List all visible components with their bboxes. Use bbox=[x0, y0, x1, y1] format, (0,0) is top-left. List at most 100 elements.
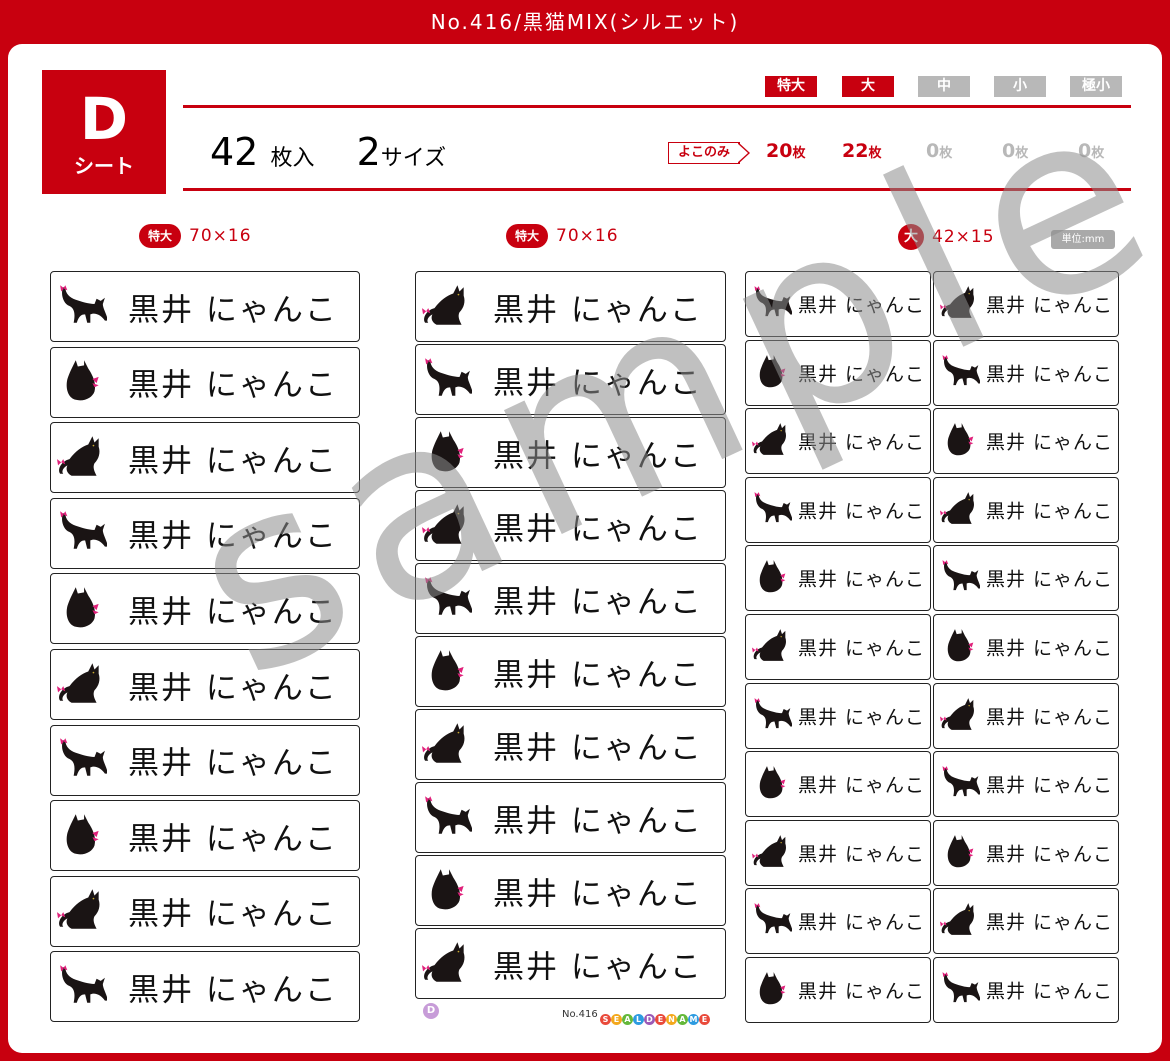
cat-sit-side-icon bbox=[940, 903, 974, 936]
label-text: 黒井 にゃんこ bbox=[986, 980, 1114, 1003]
size-badge: 特大 bbox=[765, 76, 817, 97]
label-text: 黒井 にゃんこ bbox=[493, 365, 703, 401]
cat-icon-wrap bbox=[752, 694, 793, 738]
count-unit: 枚 bbox=[792, 146, 806, 161]
cat-icon-wrap bbox=[752, 282, 793, 326]
label-text: 黒井 にゃんこ bbox=[798, 843, 926, 866]
label-text: 黒井 にゃんこ bbox=[128, 972, 338, 1009]
cat-sit-back-icon bbox=[66, 813, 99, 855]
name-label: 黒井 にゃんこ bbox=[933, 888, 1119, 955]
cat-crouch-icon bbox=[942, 766, 981, 797]
cat-icon-wrap bbox=[57, 506, 109, 560]
sheet-type-badge: D シート bbox=[42, 70, 166, 194]
label-text: 黒井 にゃんこ bbox=[986, 568, 1114, 591]
cat-icon-wrap bbox=[422, 937, 472, 991]
name-label: 黒井 にゃんこ bbox=[415, 417, 726, 488]
name-label: 黒井 にゃんこ bbox=[933, 751, 1119, 818]
name-label: 黒井 にゃんこ bbox=[50, 951, 360, 1023]
name-label: 黒井 にゃんこ bbox=[933, 408, 1119, 475]
label-text: 黒井 にゃんこ bbox=[986, 843, 1114, 866]
name-label: 黒井 にゃんこ bbox=[415, 855, 726, 926]
name-label: 黒井 にゃんこ bbox=[745, 476, 931, 543]
cat-crouch-icon bbox=[60, 511, 109, 550]
count-unit: 枚 bbox=[939, 146, 953, 161]
name-label: 黒井 にゃんこ bbox=[415, 636, 726, 707]
cat-icon-wrap bbox=[57, 431, 107, 485]
name-label: 黒井 にゃんこ bbox=[933, 545, 1119, 612]
cat-sit-side-icon bbox=[422, 941, 465, 982]
cat-sit-back-icon bbox=[759, 972, 786, 1005]
logo-letter: D bbox=[644, 1014, 655, 1025]
frame: No.416/黒猫MIX(シルエット) D シート 42 枚入 2サイズ 特大大… bbox=[0, 0, 1170, 1061]
cat-icon-wrap bbox=[57, 809, 107, 863]
name-label: 黒井 にゃんこ bbox=[415, 709, 726, 780]
label-text: 黒井 にゃんこ bbox=[986, 637, 1114, 660]
cat-icon-wrap bbox=[57, 355, 107, 409]
cat-sit-side-icon bbox=[752, 423, 786, 456]
cat-icon-wrap bbox=[422, 864, 472, 918]
label-text: 黒井 にゃんこ bbox=[128, 896, 338, 933]
label-text: 黒井 にゃんこ bbox=[986, 706, 1114, 729]
label-text: 黒井 にゃんこ bbox=[798, 637, 926, 660]
yoko-only-label: よこのみ bbox=[668, 142, 740, 164]
label-text: 黒井 にゃんこ bbox=[986, 363, 1114, 386]
name-label: 黒井 にゃんこ bbox=[745, 888, 931, 955]
size-count: 0枚 bbox=[1078, 140, 1104, 162]
cat-icon-wrap bbox=[422, 353, 474, 407]
logo-letter: L bbox=[633, 1014, 644, 1025]
cat-icon-wrap bbox=[752, 899, 793, 943]
count-value: 20 bbox=[766, 140, 793, 162]
cat-icon-wrap bbox=[422, 791, 474, 845]
cat-sit-side-icon bbox=[57, 435, 100, 476]
yoko-arrow-icon bbox=[737, 142, 750, 164]
name-label: 黒井 にゃんこ bbox=[745, 614, 931, 680]
name-label: 黒井 にゃんこ bbox=[50, 800, 360, 872]
cat-sit-back-icon bbox=[947, 834, 974, 868]
cat-sit-side-icon bbox=[752, 629, 786, 661]
cat-icon-wrap bbox=[422, 280, 472, 334]
sheet-count: 42 枚入 2サイズ bbox=[210, 130, 446, 174]
cat-icon-wrap bbox=[752, 968, 792, 1012]
cat-icon-wrap bbox=[940, 694, 980, 738]
cat-icon-wrap bbox=[940, 762, 981, 806]
page-title: No.416/黒猫MIX(シルエット) bbox=[430, 10, 740, 34]
cat-icon-wrap bbox=[752, 625, 792, 669]
cat-sit-back-icon bbox=[947, 423, 974, 456]
sizes-unit: サイズ bbox=[380, 146, 447, 171]
cat-icon-wrap bbox=[940, 625, 980, 669]
label-text: 黒井 にゃんこ bbox=[493, 511, 703, 547]
cat-icon-wrap bbox=[752, 762, 792, 806]
name-label: 黒井 にゃんこ bbox=[745, 545, 931, 612]
count-value: 0 bbox=[926, 140, 940, 162]
column-badge: 特大 bbox=[139, 224, 182, 248]
name-label: 黒井 にゃんこ bbox=[933, 957, 1119, 1023]
cat-icon-wrap bbox=[752, 488, 793, 532]
column-badge: 大 bbox=[898, 224, 924, 250]
name-label: 黒井 にゃんこ bbox=[415, 782, 726, 853]
size-badge: 小 bbox=[994, 76, 1046, 97]
name-label: 黒井 にゃんこ bbox=[415, 344, 726, 415]
label-text: 黒井 にゃんこ bbox=[798, 363, 926, 386]
name-label: 黒井 にゃんこ bbox=[745, 271, 931, 337]
cat-crouch-icon bbox=[754, 286, 793, 317]
label-text: 黒井 にゃんこ bbox=[493, 730, 703, 766]
cat-crouch-icon bbox=[425, 576, 474, 615]
label-text: 黒井 にゃんこ bbox=[128, 594, 338, 631]
name-label: 黒井 にゃんこ bbox=[745, 751, 931, 818]
name-label: 黒井 にゃんこ bbox=[933, 339, 1119, 406]
logo-letter: S bbox=[600, 1014, 611, 1025]
cat-sit-side-icon bbox=[57, 889, 100, 930]
footer-product-no: No.416 bbox=[562, 1009, 598, 1020]
count-unit: 枚 bbox=[1091, 146, 1105, 161]
cat-icon-wrap bbox=[57, 733, 109, 787]
column-header-1: 特大 70×16 bbox=[139, 224, 252, 250]
cat-icon-wrap bbox=[422, 499, 472, 553]
name-label: 黒井 にゃんこ bbox=[745, 408, 931, 475]
column-dims: 42×15 bbox=[932, 227, 995, 247]
size-badge: 大 bbox=[842, 76, 894, 97]
name-label: 黒井 にゃんこ bbox=[50, 422, 360, 494]
label-text: 黒井 にゃんこ bbox=[798, 774, 926, 797]
label-text: 黒井 にゃんこ bbox=[798, 294, 926, 317]
name-label: 黒井 にゃんこ bbox=[415, 928, 726, 999]
cat-crouch-icon bbox=[942, 354, 981, 385]
